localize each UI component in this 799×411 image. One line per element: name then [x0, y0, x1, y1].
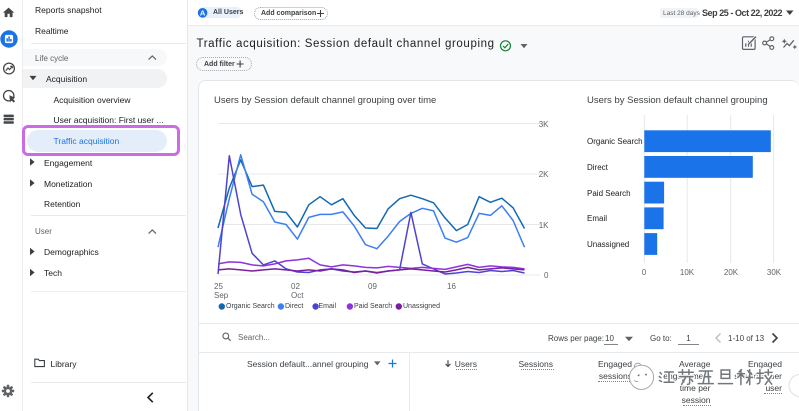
svg-text:A: A — [200, 9, 206, 18]
